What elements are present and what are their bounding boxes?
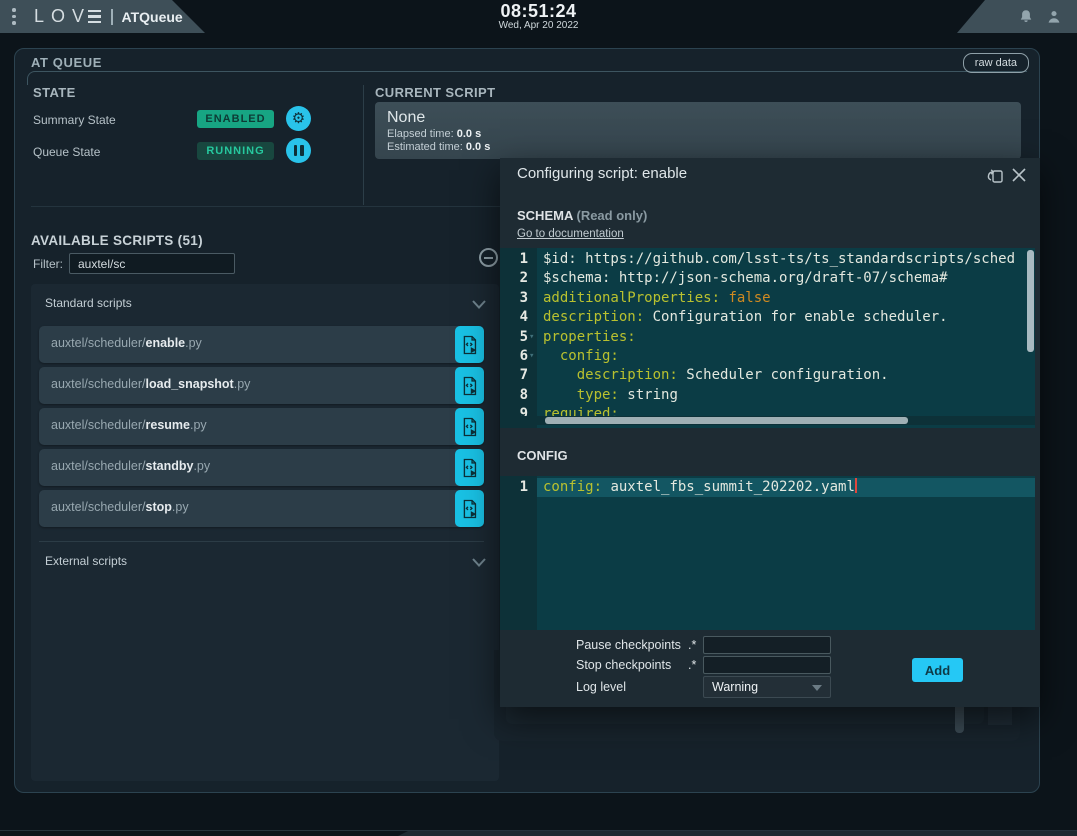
schema-line-1: 1$id: https://github.com/lsst-ts/ts_stan…	[500, 250, 1027, 269]
script-path: auxtel/scheduler/stop.py	[51, 500, 189, 514]
elapsed-time-value: 0.0 s	[457, 128, 481, 140]
footer-line	[0, 830, 1077, 831]
standard-scripts-group[interactable]: Standard scripts	[31, 294, 499, 316]
chevron-down-icon	[471, 555, 487, 573]
filter-input[interactable]	[69, 253, 235, 274]
log-level-label: Log level	[576, 680, 626, 694]
topbar-right-panel	[957, 0, 1077, 33]
select-arrow-icon	[812, 685, 822, 691]
available-scripts-title: AVAILABLE SCRIPTS (51)	[31, 233, 203, 248]
estimated-time-row: Estimated time: 0.0 s	[387, 141, 1009, 154]
user-icon[interactable]	[1045, 8, 1063, 26]
atqueue-screen: LOV ATQueue 08:51:24 Wed, Apr 20 2022 AT…	[0, 0, 1077, 836]
queue-state-label: Queue State	[33, 145, 100, 159]
pause-checkpoints-label: Pause checkpoints	[576, 638, 681, 652]
script-path: auxtel/scheduler/enable.py	[51, 336, 202, 350]
scripts-list-container: Standard scripts auxtel/scheduler/enable…	[31, 284, 499, 781]
chevron-down-icon	[471, 297, 487, 315]
schema-line-5: 5▾properties:	[500, 328, 1027, 347]
script-row-stop[interactable]: auxtel/scheduler/stop.py	[39, 490, 484, 527]
stop-checkpoints-regex: .*	[688, 658, 696, 672]
script-path: auxtel/scheduler/load_snapshot.py	[51, 377, 250, 391]
config-heading: CONFIG	[517, 448, 568, 463]
text-cursor	[855, 478, 857, 493]
script-row-resume[interactable]: auxtel/scheduler/resume.py	[39, 408, 484, 445]
launch-script-button[interactable]	[455, 449, 484, 486]
schema-readonly-note: (Read only)	[576, 208, 647, 223]
schema-line-3: 3additionalProperties: false	[500, 289, 1027, 308]
stop-checkpoints-input[interactable]	[703, 656, 831, 674]
schema-heading: SCHEMA (Read only)	[517, 208, 647, 223]
config-code: 1config: auxtel_fbs_summit_202202.yaml	[500, 478, 1035, 497]
add-button[interactable]: Add	[912, 658, 963, 682]
log-level-select[interactable]: Warning	[703, 676, 831, 698]
menu-dots-icon[interactable]	[12, 8, 16, 25]
launch-script-button[interactable]	[455, 408, 484, 445]
standard-scripts-label: Standard scripts	[45, 296, 132, 310]
summary-state-badge: ENABLED	[197, 110, 274, 128]
pause-checkpoints-regex: .*	[688, 638, 696, 652]
modal-title: Configuring script: enable	[517, 165, 687, 182]
schema-code: 1$id: https://github.com/lsst-ts/ts_stan…	[500, 250, 1027, 425]
log-level-value: Warning	[712, 680, 758, 694]
schema-line-4: 4description: Configuration for enable s…	[500, 308, 1027, 327]
current-script-panel: None Elapsed time: 0.0 s Estimated time:…	[375, 102, 1021, 159]
raw-data-button[interactable]: raw data	[963, 53, 1029, 73]
launch-script-button[interactable]	[455, 326, 484, 363]
filter-label: Filter:	[33, 257, 63, 271]
footer-bar	[398, 831, 1077, 836]
notifications-bell-icon[interactable]	[1017, 8, 1035, 26]
script-row-enable[interactable]: auxtel/scheduler/enable.py	[39, 326, 484, 363]
panel-title: AT QUEUE	[31, 55, 110, 70]
schema-line-7: 7 description: Scheduler configuration.	[500, 366, 1027, 385]
state-section-title: STATE	[33, 85, 76, 100]
close-icon[interactable]	[1010, 166, 1030, 186]
app-title: ATQueue	[122, 9, 183, 25]
topbar-left-panel: LOV ATQueue	[0, 0, 205, 33]
pause-checkpoints-input[interactable]	[703, 636, 831, 654]
top-bar: LOV ATQueue 08:51:24 Wed, Apr 20 2022	[0, 0, 1077, 33]
config-line-1: 1config: auxtel_fbs_summit_202202.yaml	[500, 478, 1035, 497]
copy-icon[interactable]	[985, 166, 1005, 186]
launch-script-button[interactable]	[455, 490, 484, 527]
schema-vertical-scrollbar[interactable]	[1027, 250, 1034, 352]
summary-state-gear-button[interactable]: ⚙	[286, 106, 311, 131]
queue-pause-button[interactable]	[286, 138, 311, 163]
logo-e-icon	[88, 10, 101, 24]
config-editor[interactable]: 1config: auxtel_fbs_summit_202202.yaml	[500, 476, 1035, 630]
external-scripts-group[interactable]: External scripts	[31, 552, 499, 574]
summary-state-label: Summary State	[33, 113, 116, 127]
queue-state-badge: RUNNING	[197, 142, 274, 160]
fieldset-border	[27, 71, 1027, 85]
group-divider	[39, 541, 484, 542]
state-divider	[363, 85, 364, 205]
pause-icon	[294, 145, 304, 156]
elapsed-time-row: Elapsed time: 0.0 s	[387, 128, 1009, 141]
configure-script-modal: Configuring script: enable SCHEMA (Read …	[500, 158, 1040, 707]
schema-line-6: 6▾ config:	[500, 347, 1027, 366]
collapse-minus-icon[interactable]	[479, 248, 498, 267]
modal-form: Pause checkpoints .* Stop checkpoints .*…	[500, 630, 1040, 707]
config-gutter	[500, 476, 537, 630]
current-script-title: CURRENT SCRIPT	[375, 85, 495, 100]
launch-script-button[interactable]	[455, 367, 484, 404]
script-path: auxtel/scheduler/resume.py	[51, 418, 207, 432]
gear-icon: ⚙	[292, 111, 305, 126]
topbar-divider	[111, 9, 113, 25]
logo-text: LOV	[34, 6, 91, 27]
schema-horizontal-scrollbar[interactable]	[545, 417, 908, 424]
estimated-time-value: 0.0 s	[466, 141, 490, 153]
script-path: auxtel/scheduler/standby.py	[51, 459, 210, 473]
documentation-link[interactable]: Go to documentation	[517, 228, 624, 240]
current-script-name: None	[387, 108, 1009, 128]
stop-checkpoints-label: Stop checkpoints	[576, 658, 671, 672]
schema-line-2: 2$schema: http://json-schema.org/draft-0…	[500, 269, 1027, 288]
schema-line-8: 8 type: string	[500, 386, 1027, 405]
love-logo: LOV	[34, 6, 101, 27]
schema-hscroll-track	[500, 416, 1035, 425]
script-row-load_snapshot[interactable]: auxtel/scheduler/load_snapshot.py	[39, 367, 484, 404]
schema-editor[interactable]: 1$id: https://github.com/lsst-ts/ts_stan…	[500, 248, 1035, 428]
external-scripts-label: External scripts	[45, 554, 127, 568]
script-row-standby[interactable]: auxtel/scheduler/standby.py	[39, 449, 484, 486]
